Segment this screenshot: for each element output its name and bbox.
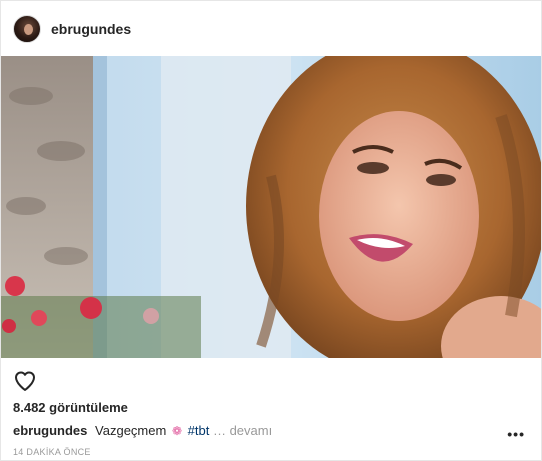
flower-emoji-icon: ❁ xyxy=(171,424,183,438)
post-header: ebrugundes xyxy=(1,1,541,56)
profile-avatar[interactable] xyxy=(13,14,41,43)
post-actions xyxy=(13,368,37,394)
header-username[interactable]: ebrugundes xyxy=(51,21,131,37)
post-media[interactable] xyxy=(1,56,541,358)
caption-more-link[interactable]: … devamı xyxy=(213,423,272,438)
post-caption: ebrugundes Vazgeçmem ❁ #tbt … devamı xyxy=(13,423,493,438)
view-count: 8.482 görüntüleme xyxy=(13,400,128,415)
caption-hashtag[interactable]: #tbt xyxy=(188,423,210,438)
caption-username[interactable]: ebrugundes xyxy=(13,423,87,438)
post-image xyxy=(1,56,541,358)
instagram-post: ebrugundes 8.482 görüntüleme ebrugundes … xyxy=(0,0,542,461)
ellipsis-icon[interactable]: ••• xyxy=(507,427,525,441)
heart-icon[interactable] xyxy=(13,369,37,393)
post-timestamp: 14 DAKİKA ÖNCE xyxy=(13,447,91,457)
caption-text: Vazgeçmem xyxy=(95,423,167,438)
